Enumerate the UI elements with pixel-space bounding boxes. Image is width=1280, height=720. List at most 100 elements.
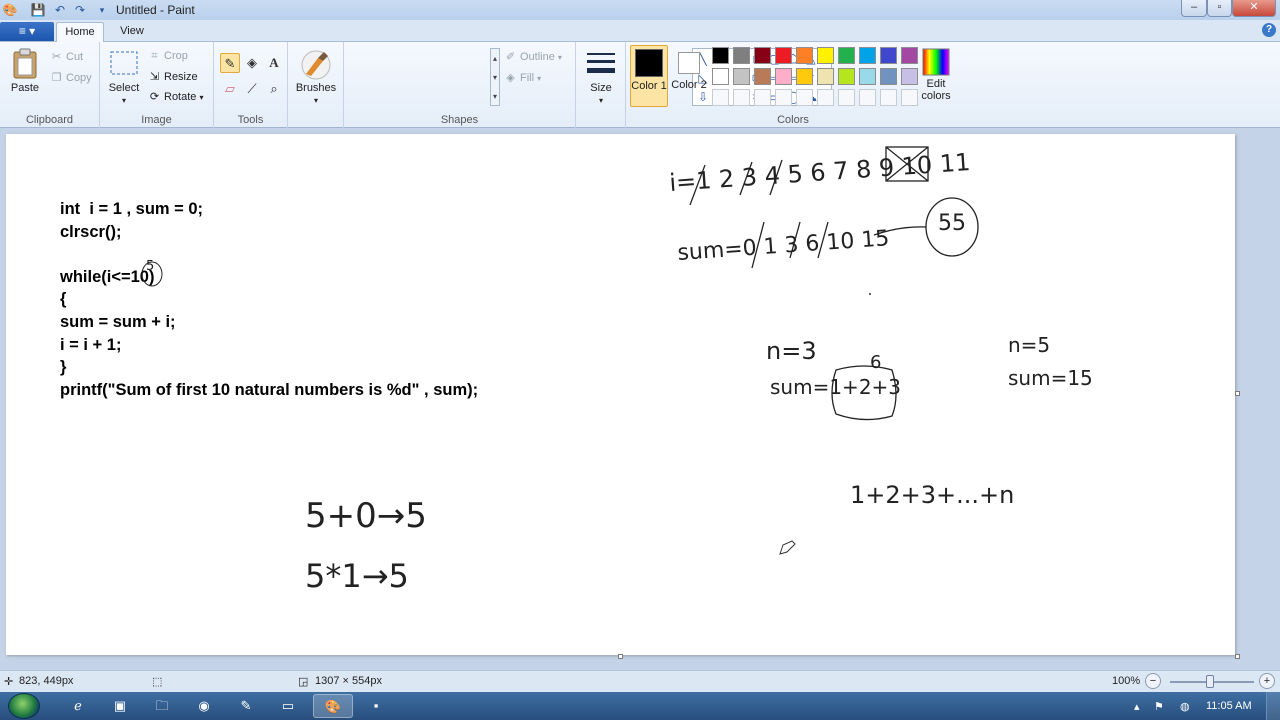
dosbox-icon[interactable]: ▪: [356, 694, 396, 718]
paste-button[interactable]: Paste: [6, 48, 44, 94]
magnifier-icon[interactable]: ⌕: [264, 79, 284, 99]
color2-button[interactable]: Color 2: [670, 45, 708, 107]
palette-color-swatch[interactable]: [838, 68, 855, 85]
palette-color-swatch[interactable]: [754, 68, 771, 85]
color1-swatch: [635, 49, 663, 77]
chrome-icon[interactable]: ◉: [184, 694, 224, 718]
dropdown-arrow-icon[interactable]: ▾: [94, 2, 110, 18]
palette-empty-swatch[interactable]: [838, 89, 855, 106]
palette-color-swatch[interactable]: [859, 68, 876, 85]
minimize-button[interactable]: –: [1181, 0, 1207, 17]
cursor-position: 823, 449px: [19, 675, 74, 687]
palette-color-swatch[interactable]: [880, 68, 897, 85]
palette-color-swatch[interactable]: [754, 47, 771, 64]
brushes-button[interactable]: Brushes ▾: [294, 48, 338, 106]
tools-group: ✎ ◈ A ▱ ⟋ ⌕ Tools: [214, 42, 288, 128]
palette-empty-swatch[interactable]: [817, 89, 834, 106]
resize-button[interactable]: ⇲ Resize: [148, 70, 198, 83]
palette-empty-swatch[interactable]: [754, 89, 771, 106]
canvas-resize-handle-corner[interactable]: [1235, 654, 1240, 659]
palette-color-swatch[interactable]: [796, 47, 813, 64]
palette-empty-swatch[interactable]: [712, 89, 729, 106]
status-bar: ✛ 823, 449px ⬚ ◲ 1307 × 554px 100% − +: [0, 670, 1280, 692]
pencil-icon[interactable]: ✎: [220, 53, 240, 73]
maximize-button[interactable]: ▫: [1207, 0, 1232, 17]
cursor-position-icon: ✛: [4, 676, 14, 688]
canvas-resize-handle-right[interactable]: [1235, 391, 1240, 396]
app-window-icon[interactable]: ▭: [268, 694, 308, 718]
paint-taskbar-icon[interactable]: 🎨: [313, 694, 353, 718]
palette-empty-swatch[interactable]: [880, 89, 897, 106]
start-button[interactable]: [8, 693, 40, 719]
rotate-button[interactable]: ⟳ Rotate ▾: [148, 90, 204, 103]
internet-explorer-icon[interactable]: ℯ: [58, 694, 98, 718]
show-desktop-button[interactable]: [1266, 692, 1280, 720]
select-icon: [110, 51, 138, 75]
palette-color-swatch[interactable]: [733, 47, 750, 64]
canvas-resize-handle-bottom[interactable]: [618, 654, 623, 659]
tools-group-label: Tools: [237, 114, 264, 126]
palette-color-swatch[interactable]: [838, 47, 855, 64]
color1-button[interactable]: Color 1: [630, 45, 668, 107]
save-icon[interactable]: 💾: [30, 2, 46, 18]
outline-button[interactable]: ✐ Outline ▾: [504, 50, 562, 63]
zoom-in-button[interactable]: +: [1259, 673, 1275, 689]
shapes-group: ╲ ∿ ○ □ ▢ ⬠ △ ◺ ◇ ⬠ ⬡ ⇨ ⇦ ⇧ ⇩ ✧ ☆ ✡ ▭ ◯ …: [344, 42, 832, 128]
color2-swatch: [678, 52, 700, 74]
palette-color-swatch[interactable]: [733, 68, 750, 85]
notepad-icon[interactable]: ✎: [226, 694, 266, 718]
image-group: Select ▾ ⌗ Crop ⇲ Resize ⟳ Rotate ▾ Image: [100, 42, 214, 128]
palette-empty-swatch[interactable]: [859, 89, 876, 106]
file-explorer-icon[interactable]: 🗀: [142, 694, 182, 718]
window-title: Untitled - Paint: [116, 3, 195, 17]
cut-button[interactable]: ✂ Cut: [50, 50, 83, 63]
fill-bucket-icon[interactable]: ◈: [242, 53, 262, 73]
edit-colors-button[interactable]: Edit colors: [916, 48, 956, 102]
canvas-size: 1307 × 554px: [315, 675, 382, 687]
palette-color-swatch[interactable]: [817, 68, 834, 85]
color-spectrum-icon: [922, 48, 950, 76]
palette-empty-swatch[interactable]: [733, 89, 750, 106]
undo-icon[interactable]: ↶: [52, 2, 68, 18]
code-line: clrscr();: [60, 222, 122, 241]
palette-empty-swatch[interactable]: [775, 89, 792, 106]
help-icon[interactable]: ?: [1262, 23, 1276, 37]
zoom-slider[interactable]: [1170, 675, 1254, 688]
crop-button[interactable]: ⌗ Crop: [148, 50, 187, 63]
palette-color-swatch[interactable]: [775, 47, 792, 64]
app-tray-icon[interactable]: ◍: [1180, 700, 1190, 713]
size-button[interactable]: Size ▾: [582, 48, 620, 106]
shapes-scroll[interactable]: ▴ ▾ ▾: [490, 48, 500, 106]
paint-app-icon[interactable]: 🎨: [2, 2, 18, 18]
ribbon-tab-bar: [0, 20, 1280, 42]
palette-color-swatch[interactable]: [859, 47, 876, 64]
text-tool-icon[interactable]: A: [264, 53, 284, 73]
copy-button[interactable]: ❐ Copy: [50, 71, 92, 84]
select-button[interactable]: Select ▾: [106, 48, 142, 106]
palette-color-swatch[interactable]: [796, 68, 813, 85]
selection-size-icon: ⬚: [152, 676, 163, 688]
palette-color-swatch[interactable]: [775, 68, 792, 85]
palette-color-swatch[interactable]: [880, 47, 897, 64]
fill-button[interactable]: ◈ Fill ▾: [504, 71, 541, 84]
tab-view[interactable]: View: [112, 22, 152, 42]
palette-color-swatch[interactable]: [712, 68, 729, 85]
eraser-icon[interactable]: ▱: [220, 79, 240, 99]
shapes-group-label: Shapes: [440, 114, 479, 126]
color-picker-icon[interactable]: ⟋: [242, 79, 262, 99]
flag-tray-icon[interactable]: ⚑: [1154, 700, 1164, 713]
zoom-slider-thumb[interactable]: [1206, 675, 1214, 688]
tray-expand-icon[interactable]: ▴: [1134, 700, 1140, 713]
close-button[interactable]: ✕: [1232, 0, 1276, 17]
media-app-icon[interactable]: ▣: [100, 694, 140, 718]
zoom-out-button[interactable]: −: [1145, 673, 1161, 689]
tab-home[interactable]: Home: [56, 22, 104, 42]
taskbar-clock[interactable]: 11:05 AM: [1206, 700, 1252, 712]
paste-label: Paste: [10, 82, 40, 94]
code-text: int i = 1 , sum = 0; clrscr(); while(i<=…: [60, 198, 478, 401]
palette-empty-swatch[interactable]: [796, 89, 813, 106]
file-menu-button[interactable]: ≡ ▾: [0, 22, 54, 41]
palette-color-swatch[interactable]: [712, 47, 729, 64]
redo-icon[interactable]: ↷: [72, 2, 88, 18]
palette-color-swatch[interactable]: [817, 47, 834, 64]
